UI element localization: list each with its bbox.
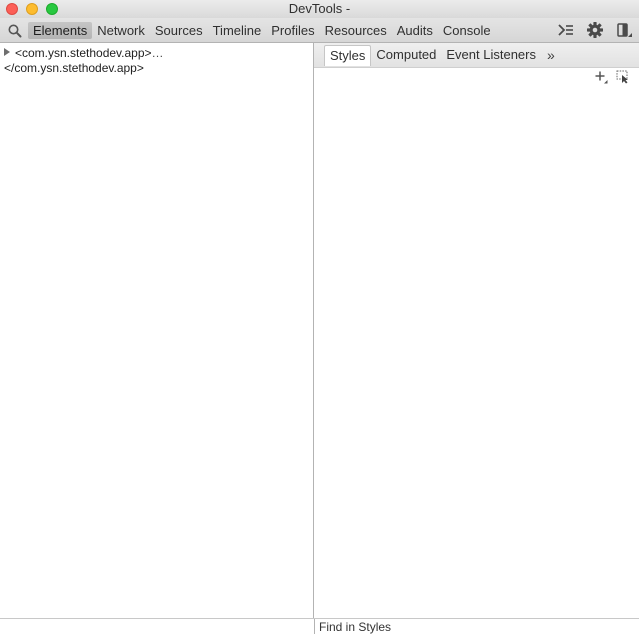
main-toolbar: Elements Network Sources Timeline Profil…: [0, 18, 639, 43]
devtools-window: DevTools - Elements Network Sources Time…: [0, 0, 639, 634]
tab-resources[interactable]: Resources: [320, 22, 392, 39]
panel-tabs: Elements Network Sources Timeline Profil…: [28, 20, 496, 41]
console-drawer-icon[interactable]: [557, 22, 575, 38]
tab-network[interactable]: Network: [92, 22, 150, 39]
more-tabs-chevron-icon[interactable]: »: [541, 45, 561, 67]
tab-console[interactable]: Console: [438, 22, 496, 39]
tab-audits[interactable]: Audits: [392, 22, 438, 39]
element-state-icon[interactable]: [616, 70, 630, 84]
tab-profiles[interactable]: Profiles: [266, 22, 319, 39]
search-icon[interactable]: [7, 23, 23, 39]
dom-node-row[interactable]: <com.ysn.stethodev.app>…: [4, 46, 164, 61]
window-title: DevTools -: [288, 1, 351, 16]
dom-close-tag[interactable]: </com.ysn.stethodev.app>: [4, 61, 144, 76]
tab-event-listeners[interactable]: Event Listeners: [441, 45, 541, 65]
sidebar-tabs: Styles Computed Event Listeners »: [314, 43, 639, 68]
status-footer: Find in Styles: [0, 618, 639, 634]
dom-open-tag: <com.ysn.stethodev.app>: [15, 46, 152, 60]
tab-computed[interactable]: Computed: [371, 45, 441, 65]
dock-icon[interactable]: [615, 22, 633, 38]
tab-timeline[interactable]: Timeline: [208, 22, 267, 39]
styles-sidebar: Styles Computed Event Listeners »: [314, 43, 639, 618]
gear-icon[interactable]: [586, 22, 604, 38]
title-bar: DevTools -: [0, 0, 639, 18]
find-in-styles-input[interactable]: Find in Styles: [319, 620, 391, 634]
tab-elements[interactable]: Elements: [28, 22, 93, 39]
expand-triangle-icon[interactable]: [4, 48, 10, 56]
elements-dom-tree: <com.ysn.stethodev.app>… </com.ysn.steth…: [0, 43, 314, 618]
tab-styles[interactable]: Styles: [324, 45, 372, 66]
dom-collapsed-ellipsis: …: [151, 46, 164, 60]
tab-sources[interactable]: Sources: [150, 22, 208, 39]
pane-divider: [314, 619, 315, 634]
add-rule-icon[interactable]: [594, 70, 608, 84]
